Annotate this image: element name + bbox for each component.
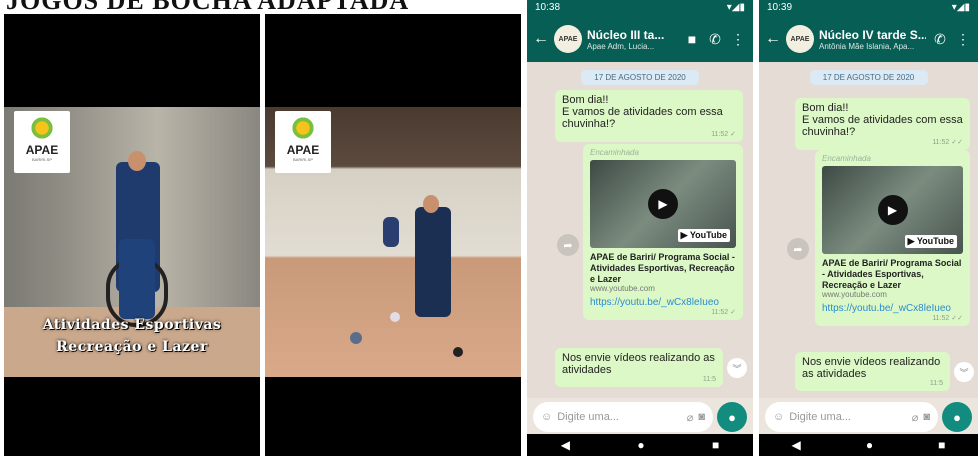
person-seated	[119, 239, 155, 319]
person-head	[128, 151, 146, 171]
link-url[interactable]: https://youtu.be/_wCx8leIueo	[822, 303, 963, 314]
message-bubble[interactable]: Nos envie vídeos realizando as atividade…	[795, 352, 950, 391]
chat-title[interactable]: Núcleo III ta... Apae Adm, Lucia...	[587, 28, 678, 51]
mic-button[interactable]: ●	[942, 402, 972, 432]
forwarded-link-bubble[interactable]: Encaminhada ▶ ▶ YouTube APAE de Bariri/ …	[815, 150, 970, 327]
apae-logo: APAE BARIRI-SP	[275, 111, 331, 173]
signal-battery-icon: ▾◢▮	[726, 2, 745, 13]
sunflower-icon	[289, 115, 317, 141]
chat-header: ← APAE Núcleo IV tarde S... Antônia Mãe …	[759, 16, 978, 62]
android-nav-bar: ◀ ● ■	[759, 434, 978, 456]
youtube-badge: ▶ YouTube	[677, 229, 730, 242]
camera-icon[interactable]: ◙	[698, 411, 705, 423]
sunflower-icon	[28, 115, 56, 141]
date-chip: 17 DE AGOSTO DE 2020	[809, 70, 928, 85]
person-head	[423, 195, 439, 213]
more-menu-icon[interactable]: ⋮	[954, 31, 972, 48]
youtube-thumbnail[interactable]: ▶ ▶ YouTube	[822, 166, 963, 254]
chat-area: 17 DE AGOSTO DE 2020 Bom dia!! E vamos d…	[759, 62, 978, 398]
caption-line-1: Atividades Esportivas	[42, 317, 222, 333]
message-bubble[interactable]: Bom dia!! E vamos de atividades com essa…	[795, 98, 970, 150]
youtube-badge: ▶ YouTube	[904, 235, 957, 248]
back-arrow-icon[interactable]: ←	[533, 30, 549, 48]
message-input-bar: ☺ Digite uma... ⌀ ◙ ●	[533, 402, 747, 432]
video-scene-1: APAE BARIRI-SP Atividades Esportivas Rec…	[4, 107, 260, 377]
video-frame-1[interactable]: APAE BARIRI-SP Atividades Esportivas Rec…	[4, 14, 260, 456]
status-bar: 10:38 ▾◢▮	[527, 0, 753, 16]
nav-recents-icon[interactable]: ■	[712, 438, 719, 452]
more-menu-icon[interactable]: ⋮	[729, 31, 747, 48]
back-arrow-icon[interactable]: ←	[765, 30, 781, 48]
mic-button[interactable]: ●	[717, 402, 747, 432]
chat-header: ← APAE Núcleo III ta... Apae Adm, Lucia.…	[527, 16, 753, 62]
scroll-down-icon[interactable]: ︾	[727, 358, 747, 378]
phone-call-icon[interactable]: ✆	[706, 31, 724, 48]
message-bubble[interactable]: Bom dia!! E vamos de atividades com essa…	[555, 90, 743, 142]
emoji-icon[interactable]: ☺	[541, 411, 552, 423]
forward-icon[interactable]: ➦	[787, 238, 809, 260]
message-bubble[interactable]: Nos envie vídeos realizando as atividade…	[555, 348, 723, 387]
apae-logo: APAE BARIRI-SP	[14, 111, 70, 173]
nav-home-icon[interactable]: ●	[637, 438, 644, 452]
group-avatar[interactable]: APAE	[554, 25, 582, 53]
video-frame-2[interactable]: APAE BARIRI-SP	[265, 14, 521, 456]
video-scene-2: APAE BARIRI-SP	[265, 107, 521, 377]
play-icon[interactable]: ▶	[877, 195, 908, 225]
person-seated-far	[383, 217, 399, 247]
message-input[interactable]: ☺ Digite uma... ⌀ ◙	[765, 402, 938, 432]
group-avatar[interactable]: APAE	[786, 25, 814, 53]
android-nav-bar: ◀ ● ■	[527, 434, 753, 456]
chat-area: 17 DE AGOSTO DE 2020 Bom dia!! E vamos d…	[527, 62, 753, 398]
forwarded-link-bubble[interactable]: Encaminhada ▶ ▶ YouTube APAE de Bariri/ …	[583, 144, 743, 321]
nav-back-icon[interactable]: ◀	[792, 438, 801, 452]
add-call-icon[interactable]: ✆	[931, 31, 949, 48]
whatsapp-screen-1: 10:38 ▾◢▮ ← APAE Núcleo III ta... Apae A…	[527, 0, 753, 456]
nav-back-icon[interactable]: ◀	[561, 438, 570, 452]
whatsapp-screen-2: 10:39 ▾◢▮ ← APAE Núcleo IV tarde S... An…	[759, 0, 978, 456]
nav-recents-icon[interactable]: ■	[938, 438, 945, 452]
video-call-icon[interactable]: ■	[683, 31, 701, 47]
signal-battery-icon: ▾◢▮	[951, 2, 970, 13]
caption-line-2: Recreação e Lazer	[56, 339, 208, 355]
scroll-down-icon[interactable]: ︾	[954, 362, 974, 382]
attach-icon[interactable]: ⌀	[687, 411, 694, 424]
attach-icon[interactable]: ⌀	[912, 411, 919, 424]
link-url[interactable]: https://youtu.be/_wCx8leIueo	[590, 297, 736, 308]
youtube-thumbnail[interactable]: ▶ ▶ YouTube	[590, 160, 736, 248]
message-input[interactable]: ☺ Digite uma... ⌀ ◙	[533, 402, 713, 432]
message-input-bar: ☺ Digite uma... ⌀ ◙ ●	[765, 402, 972, 432]
ball-3	[453, 347, 463, 357]
ball-2	[390, 312, 400, 322]
camera-icon[interactable]: ◙	[923, 411, 930, 423]
forward-icon[interactable]: ➦	[557, 234, 579, 256]
person-standing	[415, 207, 451, 317]
status-bar: 10:39 ▾◢▮	[759, 0, 978, 16]
ball-1	[350, 332, 362, 344]
chat-title[interactable]: Núcleo IV tarde S... Antônia Mãe Islania…	[819, 28, 926, 51]
play-icon[interactable]: ▶	[648, 189, 678, 219]
emoji-icon[interactable]: ☺	[773, 411, 784, 423]
nav-home-icon[interactable]: ●	[866, 438, 873, 452]
date-chip: 17 DE AGOSTO DE 2020	[581, 70, 699, 85]
